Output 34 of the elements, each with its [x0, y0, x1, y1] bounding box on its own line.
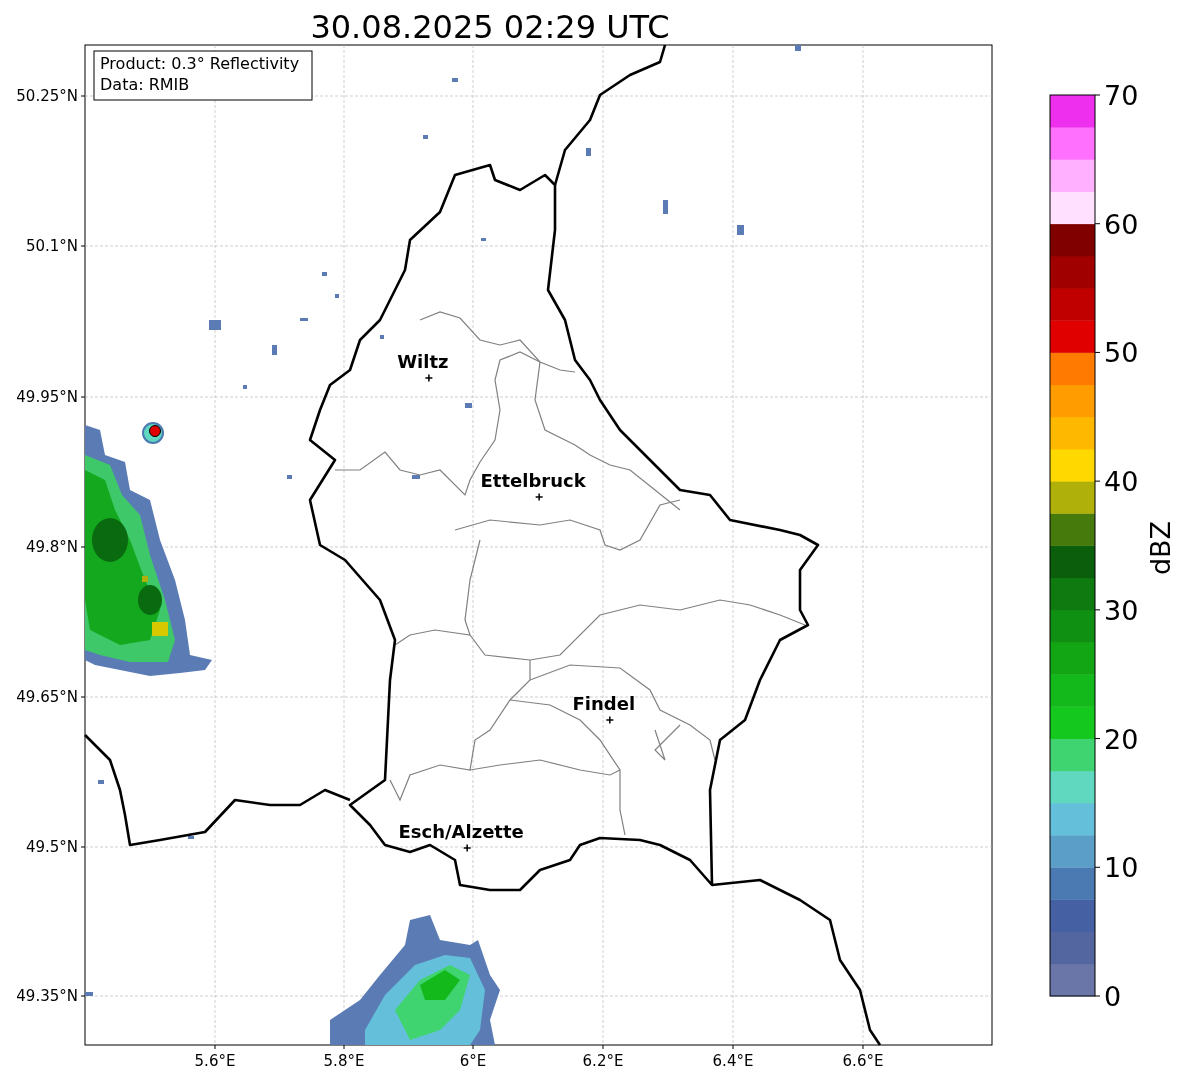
- axis-tick-label: 5.8°E: [323, 1052, 365, 1070]
- city-label: Wiltz: [397, 351, 449, 372]
- info-text: Product: 0.3° Reflectivity: [100, 54, 300, 73]
- axis-tick-label: 49.5°N: [25, 838, 78, 856]
- colorbar-tick-label: 70: [1104, 80, 1139, 111]
- colorbar-tick-label: 60: [1104, 208, 1139, 240]
- colorbar-tick-label: 40: [1104, 466, 1139, 498]
- axis-tick-label: 50.25°N: [16, 87, 78, 105]
- axis-tick-label: 49.8°N: [25, 538, 78, 556]
- city-label: Ettelbruck: [480, 470, 586, 491]
- city-label: Findel: [572, 693, 636, 714]
- info-text: Data: RMIB: [100, 75, 190, 94]
- city-marker: [534, 492, 544, 502]
- axis-tick-label: 6°E: [459, 1052, 487, 1070]
- axis-tick-label: 49.95°N: [16, 388, 78, 406]
- axis-tick-label: 50.1°N: [25, 237, 78, 255]
- colorbar-tick-label: 10: [1104, 852, 1139, 884]
- axis-tick-label: 6.6°E: [842, 1052, 884, 1070]
- city-marker: [462, 843, 472, 853]
- axis-tick-label: 5.6°E: [194, 1052, 236, 1070]
- colorbar-tick-label: 50: [1104, 337, 1139, 369]
- colorbar-label: dBZ: [1145, 520, 1176, 576]
- colorbar-tick-label: 0: [1104, 981, 1122, 1012]
- chart-title: 30.08.2025 02:29 UTC: [310, 8, 670, 46]
- axis-tick-label: 6.2°E: [582, 1052, 624, 1070]
- colorbar-tick-label: 30: [1104, 594, 1139, 626]
- city-marker: [424, 373, 434, 383]
- colorbar-tick-label: 20: [1104, 723, 1139, 755]
- axis-tick-label: 6.4°E: [712, 1052, 754, 1070]
- city-marker: [605, 715, 615, 725]
- city-label: Esch/Alzette: [398, 821, 524, 842]
- axis-tick-label: 49.65°N: [16, 688, 78, 706]
- axis-tick-label: 49.35°N: [16, 987, 78, 1005]
- radar-site-dot: [149, 425, 161, 437]
